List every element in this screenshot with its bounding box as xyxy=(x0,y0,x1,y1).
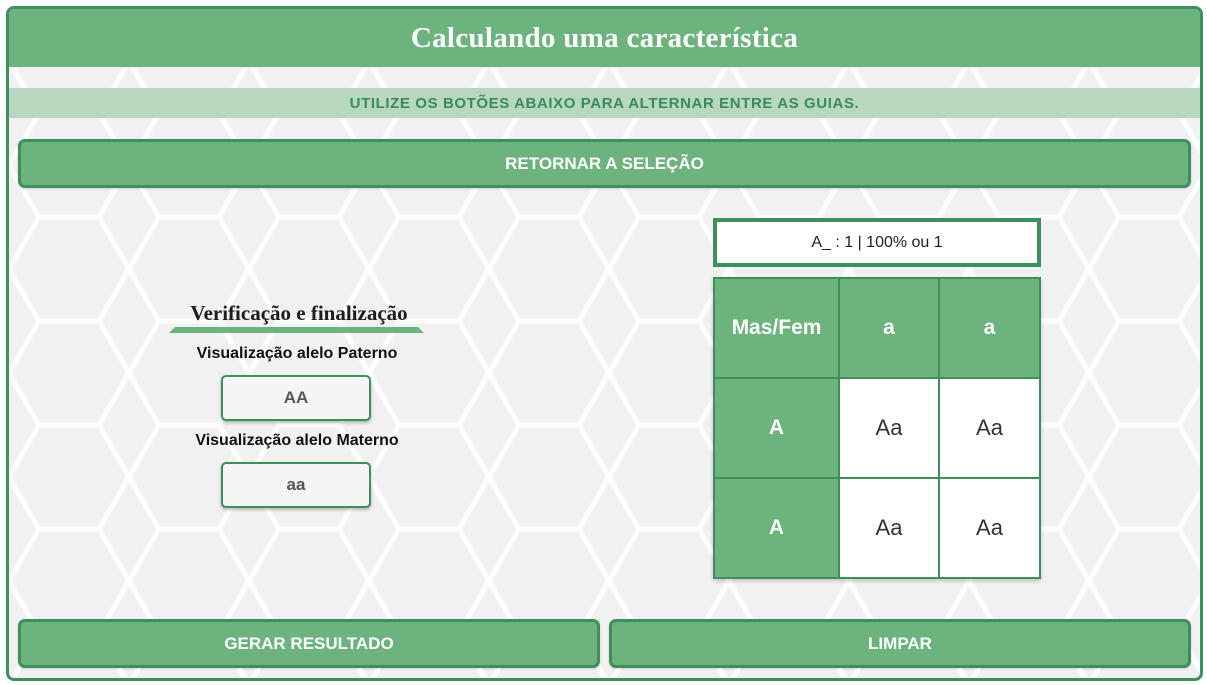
generate-result-button[interactable]: GERAR RESULTADO xyxy=(18,619,600,668)
punnett-cell: Aa xyxy=(940,379,1039,477)
return-to-selection-button[interactable]: RETORNAR A SELEÇÃO xyxy=(18,139,1191,188)
punnett-cell: Aa xyxy=(940,479,1039,577)
punnett-square: Mas/Fem a a A Aa Aa A Aa Aa xyxy=(713,277,1041,579)
punnett-cell: Aa xyxy=(840,479,938,577)
instruction-text: UTILIZE OS BOTÕES ABAIXO PARA ALTERNAR E… xyxy=(349,94,860,112)
punnett-cell: Aa xyxy=(840,379,938,477)
punnett-column-header: a xyxy=(940,279,1039,377)
punnett-row-header: A xyxy=(715,379,838,477)
punnett-column-header: a xyxy=(840,279,938,377)
header-bar: Calculando uma característica xyxy=(9,9,1200,67)
maternal-allele-display: aa xyxy=(221,462,371,508)
maternal-allele-label: Visualização alelo Materno xyxy=(195,432,399,449)
main-panel: Calculando uma característica UTILIZE OS… xyxy=(6,6,1203,681)
paternal-allele-label: Visualização alelo Paterno xyxy=(196,345,398,362)
paternal-allele-display: AA xyxy=(221,375,371,421)
page-title: Calculando uma característica xyxy=(410,21,799,54)
punnett-corner-header: Mas/Fem xyxy=(715,279,838,377)
result-display: A_ : 1 | 100% ou 1 xyxy=(713,218,1041,267)
clear-button[interactable]: LIMPAR xyxy=(609,619,1191,668)
punnett-row-header: A xyxy=(715,479,838,577)
verification-title: Verificação e finalização xyxy=(190,301,408,325)
instruction-bar: UTILIZE OS BOTÕES ABAIXO PARA ALTERNAR E… xyxy=(9,88,1200,118)
verification-underline xyxy=(169,327,424,333)
